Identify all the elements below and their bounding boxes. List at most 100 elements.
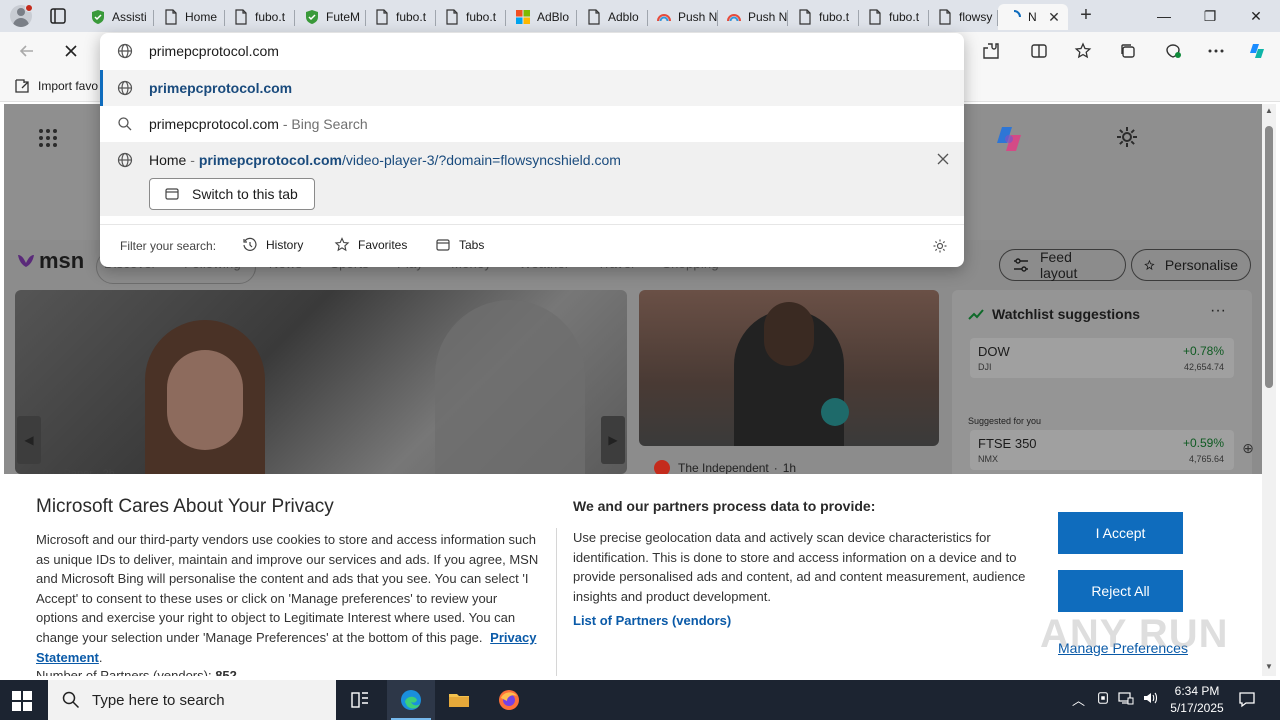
watchlist-row[interactable]: DOW DJI +0.78% 42,654.74 <box>970 338 1234 378</box>
accept-button[interactable]: I Accept <box>1058 512 1183 554</box>
remove-suggestion-close-icon[interactable] <box>936 152 950 166</box>
split-screen-icon[interactable] <box>1028 40 1050 62</box>
close-window-button[interactable]: ✕ <box>1236 4 1276 28</box>
file-explorer-taskbar-app[interactable] <box>435 680 483 720</box>
browser-tab[interactable]: Push N <box>718 4 788 30</box>
tab-actions-icon[interactable] <box>48 6 70 26</box>
browser-tab[interactable]: Assisti <box>82 4 154 30</box>
page-scrollbar[interactable]: ▲ ▼ <box>1262 104 1276 676</box>
back-arrow-icon[interactable] <box>16 40 38 62</box>
globe-icon <box>117 43 133 59</box>
hero-news-card[interactable]: ◀ ▶ <box>15 290 627 474</box>
tray-device-icon[interactable] <box>1096 690 1110 709</box>
page-icon <box>586 9 602 25</box>
collections-icon[interactable] <box>1117 40 1139 62</box>
partners-count-value: 852 <box>215 668 237 676</box>
browser-tab[interactable]: AdBlo <box>507 4 577 30</box>
taskbar-search-placeholder: Type here to search <box>92 691 225 709</box>
volume-icon[interactable] <box>1142 690 1158 709</box>
address-input[interactable]: primepcprotocol.com <box>149 43 279 59</box>
msn-logo[interactable]: msn <box>16 248 84 274</box>
watchlist-more-icon[interactable]: ··· <box>1210 302 1226 320</box>
ticker-value: 4,765.64 <box>1188 454 1224 464</box>
tray-chevron-icon[interactable]: ︿ <box>1072 690 1085 709</box>
copilot-logo-icon[interactable] <box>992 122 1026 156</box>
settings-more-icon[interactable] <box>1205 40 1227 62</box>
scroll-down-arrow-icon[interactable]: ▼ <box>1264 662 1274 672</box>
browser-tab[interactable]: fubo.t <box>225 4 295 30</box>
windows-start-icon[interactable] <box>12 691 32 711</box>
history-clock-icon <box>243 237 257 251</box>
browser-tab[interactable]: flowsy <box>929 4 998 30</box>
carousel-prev-button[interactable]: ◀ <box>17 416 41 464</box>
notifications-icon[interactable] <box>1238 690 1256 711</box>
browser-tab[interactable]: Push N <box>648 4 718 30</box>
watchlist-row[interactable]: FTSE 350 NMX +0.59% 4,765.64 ⊕ <box>970 430 1254 470</box>
add-to-watchlist-icon[interactable]: ⊕ <box>1240 440 1256 456</box>
tab-separator <box>153 10 154 26</box>
filter-history-label: History <box>266 238 304 252</box>
search-suggestion[interactable]: primepcprotocol.com - Bing Search <box>100 106 964 142</box>
tab-strip: Assisti Home fubo.t FuteM fubo.t fubo.t AdBlo A… <box>0 0 1280 32</box>
scroll-up-arrow-icon[interactable]: ▲ <box>1264 106 1274 116</box>
browser-tab[interactable]: fubo.t <box>366 4 436 30</box>
watchlist-title-text: Watchlist suggestions <box>992 306 1141 322</box>
address-input-row[interactable]: primepcprotocol.com <box>100 33 964 69</box>
personalise-button[interactable]: Personalise <box>1131 249 1251 281</box>
stop-loading-icon[interactable] <box>60 40 82 62</box>
extensions-icon[interactable] <box>980 40 1002 62</box>
watchlist-widget: Watchlist suggestions ··· DOW DJI +0.78%… <box>952 290 1254 490</box>
anyrun-watermark: ANY RUN <box>1040 612 1229 656</box>
search-query: primepcprotocol.com <box>149 116 279 132</box>
filter-tabs-chip[interactable]: Tabs <box>435 237 484 253</box>
filter-favorites-chip[interactable]: Favorites <box>334 237 407 253</box>
restore-button[interactable]: ❐ <box>1190 4 1230 28</box>
url-suggestion[interactable]: primepcprotocol.com <box>100 70 964 106</box>
banner-divider <box>556 528 557 676</box>
page-settings-gear-icon[interactable] <box>1116 126 1138 148</box>
task-view-button[interactable] <box>336 680 384 720</box>
rainbow-icon <box>726 9 742 25</box>
browser-tab[interactable]: fubo.t <box>436 4 506 30</box>
switch-to-tab-button[interactable]: Switch to this tab <box>149 178 315 210</box>
tab-separator <box>294 10 295 26</box>
page-icon <box>937 9 953 25</box>
shield-green-icon <box>90 9 106 25</box>
edge-taskbar-app[interactable] <box>387 680 435 720</box>
tab-active[interactable]: N ✕ <box>998 4 1068 30</box>
system-clock[interactable]: 6:34 PM 5/17/2025 <box>1164 683 1230 717</box>
reject-all-button[interactable]: Reject All <box>1058 570 1183 612</box>
clock-date: 5/17/2025 <box>1170 701 1224 715</box>
feed-layout-button[interactable]: Feed layout <box>999 249 1126 281</box>
copilot-icon[interactable] <box>1246 40 1268 62</box>
list-of-partners-link[interactable]: List of Partners (vendors) <box>573 613 731 628</box>
favorites-star-icon[interactable] <box>1072 40 1094 62</box>
close-tab-icon[interactable]: ✕ <box>1046 9 1062 25</box>
tab-icon <box>165 188 179 200</box>
filter-history-chip[interactable]: History <box>242 237 303 253</box>
feed-layout-label: Feed layout <box>1039 249 1078 281</box>
browser-tab[interactable]: Adblo <box>578 4 648 30</box>
carousel-next-button[interactable]: ▶ <box>601 416 625 464</box>
search-settings-gear-icon[interactable] <box>932 238 948 254</box>
tab-title: Push N <box>748 10 788 24</box>
secondary-news-card[interactable] <box>639 290 939 446</box>
tab-title: fubo.t <box>396 10 427 24</box>
import-favorites-label: Import favo <box>38 79 99 93</box>
network-icon[interactable] <box>1118 690 1134 709</box>
partners-count-line: Number of Partners (vendors): 852 <box>36 668 237 676</box>
browser-essentials-icon[interactable] <box>1162 40 1184 62</box>
import-favorites-button[interactable]: Import favo <box>14 78 98 94</box>
browser-tab[interactable]: FuteM <box>296 4 366 30</box>
browser-tab[interactable]: Home <box>155 4 225 30</box>
new-tab-button[interactable]: + <box>1074 5 1098 27</box>
browser-tab[interactable]: fubo.t <box>859 4 929 30</box>
scroll-thumb[interactable] <box>1265 126 1273 388</box>
history-suggestion[interactable]: Home - primepcprotocol.com/video-player-… <box>100 142 964 216</box>
firefox-taskbar-app[interactable] <box>485 680 533 720</box>
app-launcher-icon[interactable] <box>38 128 58 148</box>
minimize-button[interactable]: — <box>1144 4 1184 28</box>
search-suggestion-text: primepcprotocol.com - Bing Search <box>149 116 368 132</box>
browser-tab[interactable]: fubo.t <box>789 4 859 30</box>
taskbar-search-box[interactable]: Type here to search <box>48 680 336 720</box>
